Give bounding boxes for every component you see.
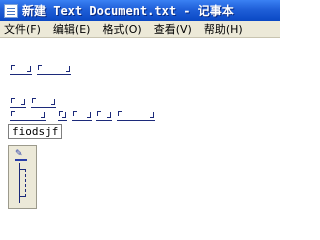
script-word	[37, 65, 71, 75]
ime-toolbar[interactable]: ✎	[8, 145, 37, 209]
title-bar[interactable]: 新建 Text Document.txt - 记事本	[0, 0, 280, 21]
script-word	[117, 111, 155, 121]
script-word	[31, 98, 56, 108]
ime-script-label	[19, 163, 27, 203]
script-text-line	[10, 98, 70, 110]
menu-edit[interactable]: 编辑(E)	[53, 21, 91, 37]
script-text-line	[10, 65, 80, 77]
menu-bar: 文件(F) 编辑(E) 格式(O) 查看(V) 帮助(H)	[0, 21, 280, 38]
script-word	[72, 111, 92, 121]
script-text-line	[10, 111, 160, 123]
window-title: 新建 Text Document.txt - 记事本	[22, 4, 234, 18]
ime-logo-icon[interactable]: ✎	[15, 150, 27, 161]
notepad-icon	[4, 3, 18, 18]
script-word	[10, 111, 46, 121]
ime-composition-window: fiodsjf	[8, 124, 63, 139]
script-word	[10, 98, 26, 108]
menu-format[interactable]: 格式(O)	[102, 21, 141, 37]
script-word	[58, 111, 67, 121]
text-editor[interactable]: fiodsjf ✎	[0, 38, 280, 234]
menu-view[interactable]: 查看(V)	[154, 21, 192, 37]
script-word	[10, 65, 32, 75]
menu-help[interactable]: 帮助(H)	[204, 21, 243, 37]
script-word	[96, 111, 112, 121]
menu-file[interactable]: 文件(F)	[4, 21, 41, 37]
